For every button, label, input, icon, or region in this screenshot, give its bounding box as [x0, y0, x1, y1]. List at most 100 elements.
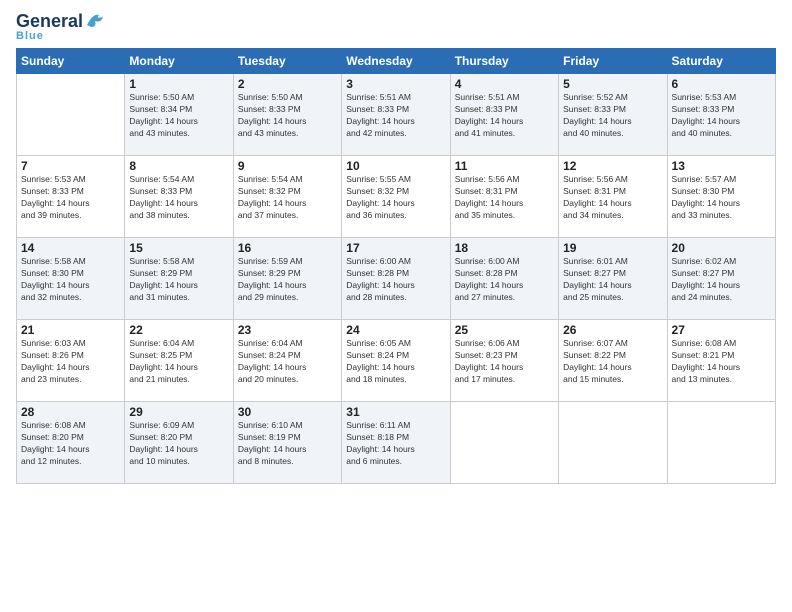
day-info: Sunrise: 5:50 AM Sunset: 8:34 PM Dayligh… — [129, 92, 228, 140]
day-info: Sunrise: 5:56 AM Sunset: 8:31 PM Dayligh… — [455, 174, 554, 222]
day-info: Sunrise: 5:51 AM Sunset: 8:33 PM Dayligh… — [346, 92, 445, 140]
day-info: Sunrise: 6:08 AM Sunset: 8:21 PM Dayligh… — [672, 338, 771, 386]
day-number: 29 — [129, 405, 228, 419]
day-info: Sunrise: 5:54 AM Sunset: 8:33 PM Dayligh… — [129, 174, 228, 222]
day-number: 1 — [129, 77, 228, 91]
day-number: 18 — [455, 241, 554, 255]
day-number: 20 — [672, 241, 771, 255]
calendar-cell: 5Sunrise: 5:52 AM Sunset: 8:33 PM Daylig… — [559, 74, 667, 156]
day-number: 15 — [129, 241, 228, 255]
day-number: 4 — [455, 77, 554, 91]
calendar-cell: 6Sunrise: 5:53 AM Sunset: 8:33 PM Daylig… — [667, 74, 775, 156]
day-info: Sunrise: 5:52 AM Sunset: 8:33 PM Dayligh… — [563, 92, 662, 140]
day-info: Sunrise: 6:08 AM Sunset: 8:20 PM Dayligh… — [21, 420, 120, 468]
calendar-cell — [450, 402, 558, 484]
day-number: 12 — [563, 159, 662, 173]
calendar-cell: 19Sunrise: 6:01 AM Sunset: 8:27 PM Dayli… — [559, 238, 667, 320]
calendar-cell: 29Sunrise: 6:09 AM Sunset: 8:20 PM Dayli… — [125, 402, 233, 484]
day-info: Sunrise: 5:51 AM Sunset: 8:33 PM Dayligh… — [455, 92, 554, 140]
day-number: 9 — [238, 159, 337, 173]
calendar-cell: 28Sunrise: 6:08 AM Sunset: 8:20 PM Dayli… — [17, 402, 125, 484]
calendar-cell: 30Sunrise: 6:10 AM Sunset: 8:19 PM Dayli… — [233, 402, 341, 484]
calendar-cell: 17Sunrise: 6:00 AM Sunset: 8:28 PM Dayli… — [342, 238, 450, 320]
calendar-cell: 16Sunrise: 5:59 AM Sunset: 8:29 PM Dayli… — [233, 238, 341, 320]
calendar-cell: 10Sunrise: 5:55 AM Sunset: 8:32 PM Dayli… — [342, 156, 450, 238]
weekday-header: Thursday — [450, 49, 558, 74]
day-info: Sunrise: 5:56 AM Sunset: 8:31 PM Dayligh… — [563, 174, 662, 222]
day-number: 31 — [346, 405, 445, 419]
day-info: Sunrise: 6:04 AM Sunset: 8:25 PM Dayligh… — [129, 338, 228, 386]
calendar-cell: 22Sunrise: 6:04 AM Sunset: 8:25 PM Dayli… — [125, 320, 233, 402]
header: General Blue — [16, 12, 776, 42]
day-number: 16 — [238, 241, 337, 255]
day-info: Sunrise: 5:50 AM Sunset: 8:33 PM Dayligh… — [238, 92, 337, 140]
day-info: Sunrise: 5:53 AM Sunset: 8:33 PM Dayligh… — [21, 174, 120, 222]
calendar-cell — [17, 74, 125, 156]
day-info: Sunrise: 5:53 AM Sunset: 8:33 PM Dayligh… — [672, 92, 771, 140]
day-info: Sunrise: 6:09 AM Sunset: 8:20 PM Dayligh… — [129, 420, 228, 468]
day-info: Sunrise: 6:07 AM Sunset: 8:22 PM Dayligh… — [563, 338, 662, 386]
day-number: 24 — [346, 323, 445, 337]
day-number: 21 — [21, 323, 120, 337]
day-number: 30 — [238, 405, 337, 419]
day-info: Sunrise: 5:54 AM Sunset: 8:32 PM Dayligh… — [238, 174, 337, 222]
day-number: 26 — [563, 323, 662, 337]
calendar-cell: 23Sunrise: 6:04 AM Sunset: 8:24 PM Dayli… — [233, 320, 341, 402]
day-info: Sunrise: 6:06 AM Sunset: 8:23 PM Dayligh… — [455, 338, 554, 386]
weekday-header: Wednesday — [342, 49, 450, 74]
day-info: Sunrise: 6:02 AM Sunset: 8:27 PM Dayligh… — [672, 256, 771, 304]
calendar-cell: 1Sunrise: 5:50 AM Sunset: 8:34 PM Daylig… — [125, 74, 233, 156]
logo: General Blue — [16, 12, 107, 42]
calendar-cell: 25Sunrise: 6:06 AM Sunset: 8:23 PM Dayli… — [450, 320, 558, 402]
day-number: 14 — [21, 241, 120, 255]
day-number: 8 — [129, 159, 228, 173]
calendar-cell: 26Sunrise: 6:07 AM Sunset: 8:22 PM Dayli… — [559, 320, 667, 402]
weekday-header: Monday — [125, 49, 233, 74]
day-number: 5 — [563, 77, 662, 91]
day-number: 23 — [238, 323, 337, 337]
day-info: Sunrise: 6:00 AM Sunset: 8:28 PM Dayligh… — [346, 256, 445, 304]
calendar: SundayMondayTuesdayWednesdayThursdayFrid… — [16, 48, 776, 484]
calendar-cell: 31Sunrise: 6:11 AM Sunset: 8:18 PM Dayli… — [342, 402, 450, 484]
day-number: 25 — [455, 323, 554, 337]
day-number: 27 — [672, 323, 771, 337]
day-number: 10 — [346, 159, 445, 173]
day-number: 17 — [346, 241, 445, 255]
calendar-cell: 27Sunrise: 6:08 AM Sunset: 8:21 PM Dayli… — [667, 320, 775, 402]
calendar-cell — [667, 402, 775, 484]
calendar-cell: 12Sunrise: 5:56 AM Sunset: 8:31 PM Dayli… — [559, 156, 667, 238]
day-number: 6 — [672, 77, 771, 91]
weekday-header: Tuesday — [233, 49, 341, 74]
day-info: Sunrise: 5:59 AM Sunset: 8:29 PM Dayligh… — [238, 256, 337, 304]
calendar-cell: 20Sunrise: 6:02 AM Sunset: 8:27 PM Dayli… — [667, 238, 775, 320]
day-info: Sunrise: 6:11 AM Sunset: 8:18 PM Dayligh… — [346, 420, 445, 468]
calendar-week-row: 28Sunrise: 6:08 AM Sunset: 8:20 PM Dayli… — [17, 402, 776, 484]
day-info: Sunrise: 6:01 AM Sunset: 8:27 PM Dayligh… — [563, 256, 662, 304]
day-info: Sunrise: 5:58 AM Sunset: 8:29 PM Dayligh… — [129, 256, 228, 304]
day-number: 3 — [346, 77, 445, 91]
day-info: Sunrise: 6:10 AM Sunset: 8:19 PM Dayligh… — [238, 420, 337, 468]
weekday-header: Friday — [559, 49, 667, 74]
day-info: Sunrise: 6:04 AM Sunset: 8:24 PM Dayligh… — [238, 338, 337, 386]
page: General Blue SundayMondayTuesdayWednesda… — [0, 0, 792, 612]
logo-bird-icon — [85, 11, 107, 29]
logo-general: General — [16, 12, 83, 30]
day-info: Sunrise: 5:58 AM Sunset: 8:30 PM Dayligh… — [21, 256, 120, 304]
calendar-cell: 8Sunrise: 5:54 AM Sunset: 8:33 PM Daylig… — [125, 156, 233, 238]
calendar-week-row: 14Sunrise: 5:58 AM Sunset: 8:30 PM Dayli… — [17, 238, 776, 320]
calendar-header-row: SundayMondayTuesdayWednesdayThursdayFrid… — [17, 49, 776, 74]
calendar-cell: 3Sunrise: 5:51 AM Sunset: 8:33 PM Daylig… — [342, 74, 450, 156]
day-number: 28 — [21, 405, 120, 419]
calendar-cell: 7Sunrise: 5:53 AM Sunset: 8:33 PM Daylig… — [17, 156, 125, 238]
weekday-header: Sunday — [17, 49, 125, 74]
calendar-cell: 18Sunrise: 6:00 AM Sunset: 8:28 PM Dayli… — [450, 238, 558, 320]
day-number: 11 — [455, 159, 554, 173]
day-info: Sunrise: 6:05 AM Sunset: 8:24 PM Dayligh… — [346, 338, 445, 386]
calendar-cell: 9Sunrise: 5:54 AM Sunset: 8:32 PM Daylig… — [233, 156, 341, 238]
day-number: 22 — [129, 323, 228, 337]
calendar-cell: 11Sunrise: 5:56 AM Sunset: 8:31 PM Dayli… — [450, 156, 558, 238]
calendar-cell: 2Sunrise: 5:50 AM Sunset: 8:33 PM Daylig… — [233, 74, 341, 156]
calendar-cell: 4Sunrise: 5:51 AM Sunset: 8:33 PM Daylig… — [450, 74, 558, 156]
calendar-week-row: 1Sunrise: 5:50 AM Sunset: 8:34 PM Daylig… — [17, 74, 776, 156]
calendar-week-row: 7Sunrise: 5:53 AM Sunset: 8:33 PM Daylig… — [17, 156, 776, 238]
